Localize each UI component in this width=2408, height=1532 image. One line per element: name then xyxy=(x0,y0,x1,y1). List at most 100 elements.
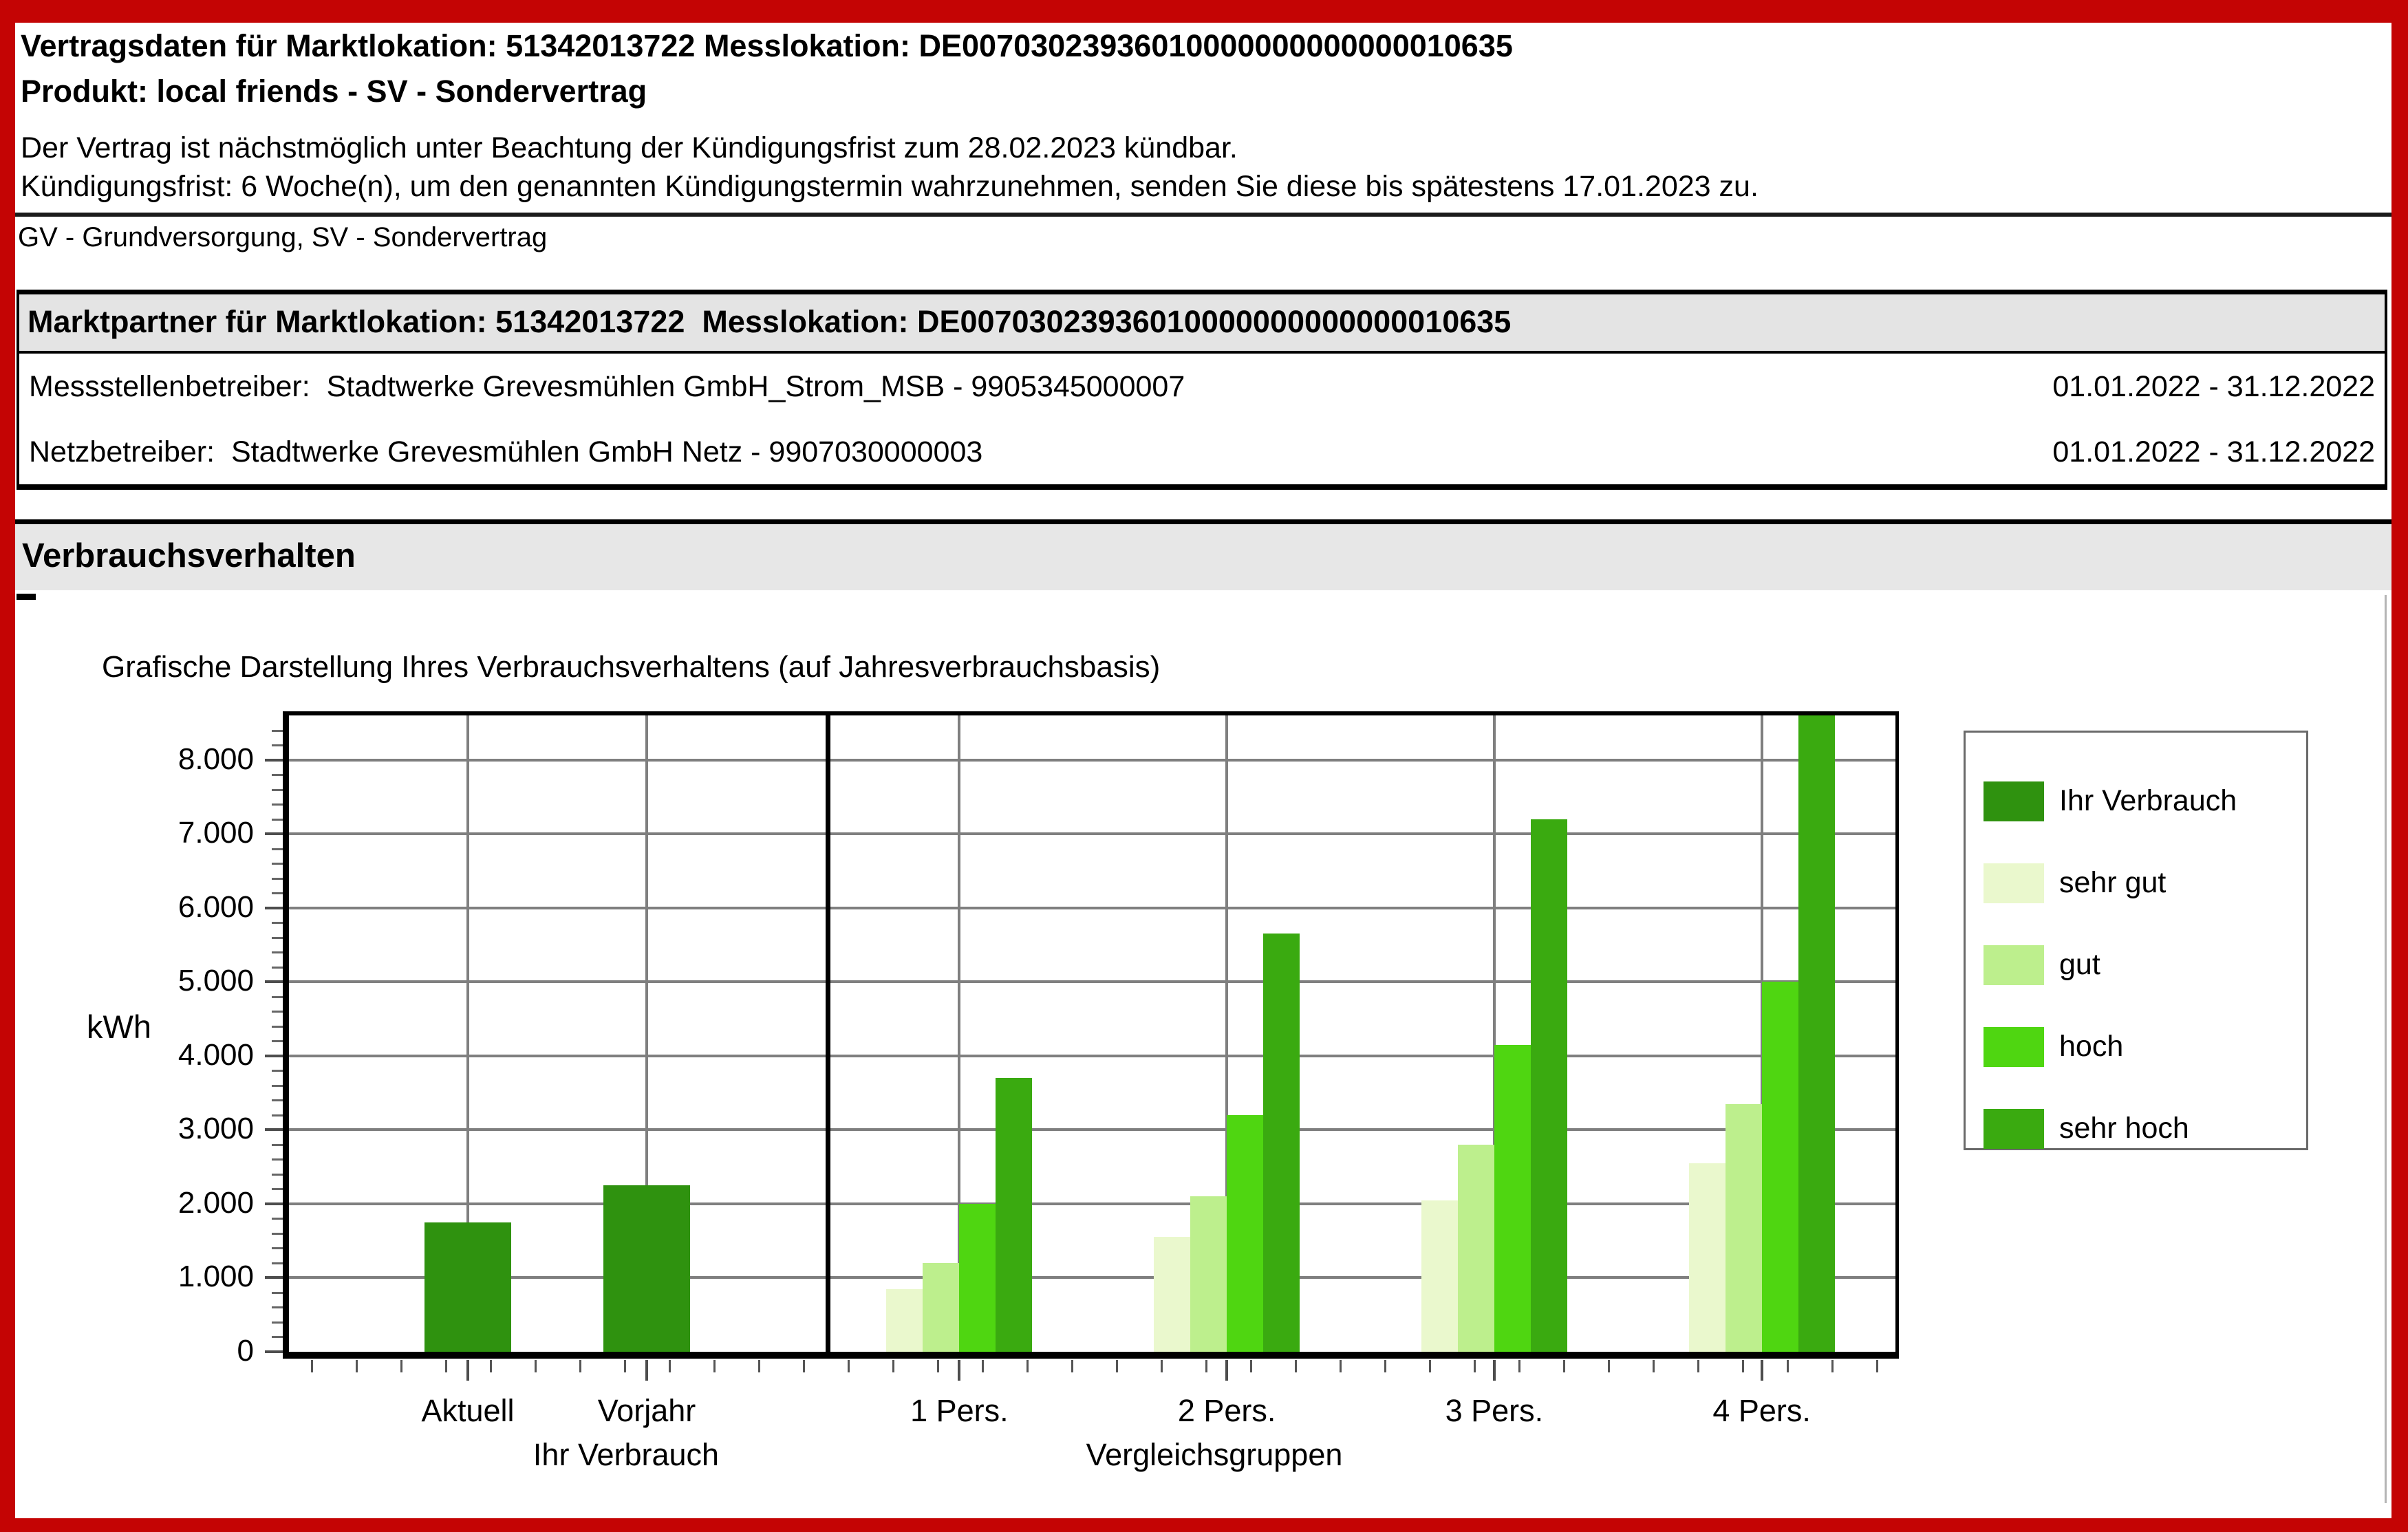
bar-3-pers-sehr-gut xyxy=(1421,1200,1458,1352)
y-minor-tick xyxy=(272,848,283,850)
panel-divider xyxy=(826,715,830,1352)
y-tick-label-6000: 6.000 xyxy=(103,890,254,925)
legend-swatch-gut xyxy=(1984,945,2044,985)
legend-item-sehr-hoch: sehr hoch xyxy=(1984,1088,2306,1169)
page-content: Vertragsdaten für Marktlokation: 5134201… xyxy=(15,23,2391,1518)
y-minor-tick xyxy=(272,937,283,939)
legend-label-sehr-gut: sehr gut xyxy=(2059,866,2166,900)
y-minor-tick xyxy=(272,1336,283,1338)
x-minor-tick xyxy=(982,1360,984,1372)
y-major-tick-4000 xyxy=(265,1055,283,1057)
y-minor-tick xyxy=(272,1218,283,1220)
x-minor-tick xyxy=(400,1360,402,1372)
x-minor-tick xyxy=(1250,1360,1252,1372)
y-tick-label-1000: 1.000 xyxy=(103,1260,254,1294)
x-minor-tick xyxy=(579,1360,581,1372)
x-minor-tick xyxy=(713,1360,716,1372)
plot-border-right xyxy=(1895,711,1899,1359)
y-tick-label-8000: 8.000 xyxy=(103,742,254,777)
legend-swatch-sehr-gut xyxy=(1984,863,2044,903)
x-category-label-vorjahr: Vorjahr xyxy=(523,1393,771,1429)
y-minor-tick xyxy=(272,1306,283,1308)
y-minor-tick xyxy=(272,1040,283,1042)
x-minor-tick xyxy=(803,1360,805,1372)
legend-swatch-hoch xyxy=(1984,1027,2044,1067)
legend-label-sehr-hoch: sehr hoch xyxy=(2059,1112,2189,1145)
x-group-caption-vergleichsgruppen: Vergleichsgruppen xyxy=(1008,1437,1421,1473)
y-minor-tick xyxy=(272,996,283,998)
legend-label-hoch: hoch xyxy=(2059,1030,2123,1064)
plot-area xyxy=(289,715,1895,1352)
x-minor-tick xyxy=(535,1360,537,1372)
x-minor-tick xyxy=(624,1360,626,1372)
y-minor-tick xyxy=(272,951,283,953)
bar-1-pers-gut xyxy=(923,1263,959,1352)
gridline-h-6000 xyxy=(289,907,1895,909)
y-tick-label-0: 0 xyxy=(103,1334,254,1368)
x-category-label-1-pers: 1 Pers. xyxy=(835,1393,1083,1429)
y-major-tick-0 xyxy=(265,1350,283,1353)
gridline-h-1000 xyxy=(289,1276,1895,1279)
bar-4-pers-hoch xyxy=(1762,982,1798,1352)
gridline-h-8000 xyxy=(289,759,1895,762)
y-minor-tick xyxy=(272,819,283,821)
bar-3-pers-hoch xyxy=(1494,1045,1531,1352)
x-minor-tick xyxy=(1340,1360,1342,1372)
y-minor-tick xyxy=(272,1262,283,1264)
y-major-tick-2000 xyxy=(265,1202,283,1205)
x-minor-tick xyxy=(758,1360,760,1372)
x-minor-tick xyxy=(669,1360,671,1372)
bar-4-pers-sehr-gut xyxy=(1689,1163,1726,1352)
x-minor-tick xyxy=(1205,1360,1207,1372)
x-minor-tick xyxy=(1384,1360,1386,1372)
x-minor-tick xyxy=(1071,1360,1073,1372)
y-minor-tick xyxy=(272,922,283,924)
x-minor-tick xyxy=(1787,1360,1789,1372)
gridline-h-2000 xyxy=(289,1202,1895,1205)
y-minor-tick xyxy=(272,1174,283,1176)
y-minor-tick xyxy=(272,1114,283,1116)
y-major-tick-7000 xyxy=(265,832,283,835)
x-minor-tick xyxy=(1742,1360,1744,1372)
bar-4-pers-sehr-hoch xyxy=(1798,715,1835,1352)
y-tick-label-3000: 3.000 xyxy=(103,1112,254,1146)
y-minor-tick xyxy=(272,744,283,746)
x-category-label-3-pers: 3 Pers. xyxy=(1370,1393,1618,1429)
bar-4-pers-gut xyxy=(1726,1104,1762,1352)
y-minor-tick xyxy=(272,1085,283,1087)
x-major-tick-aktuell xyxy=(466,1360,469,1381)
portal-page: { "page": { "border_color": "#c40404", "… xyxy=(0,0,2408,1532)
bar-2-pers-hoch xyxy=(1227,1115,1263,1352)
y-minor-tick xyxy=(272,878,283,880)
bar-2-pers-gut xyxy=(1190,1196,1227,1352)
x-minor-tick xyxy=(1831,1360,1834,1372)
x-minor-tick xyxy=(1608,1360,1610,1372)
legend-label-ihr-verbrauch: Ihr Verbrauch xyxy=(2059,784,2237,818)
y-axis-unit-label: kWh xyxy=(87,1008,151,1046)
y-minor-tick xyxy=(272,1026,283,1028)
x-minor-tick xyxy=(356,1360,358,1372)
bar-1-pers-sehr-hoch xyxy=(996,1078,1032,1352)
y-major-tick-6000 xyxy=(265,907,283,909)
plot-border-top xyxy=(283,711,1899,715)
y-minor-tick xyxy=(272,803,283,806)
x-minor-tick xyxy=(937,1360,939,1372)
bar-1-pers-hoch xyxy=(959,1204,996,1352)
y-minor-tick xyxy=(272,1099,283,1101)
bar-vorjahr-ihr-verbrauch xyxy=(603,1185,690,1352)
y-minor-tick xyxy=(272,1011,283,1013)
y-minor-tick xyxy=(272,1292,283,1294)
x-axis-line xyxy=(283,1352,1899,1359)
y-tick-label-5000: 5.000 xyxy=(103,964,254,998)
x-major-tick-4-pers xyxy=(1761,1360,1763,1381)
y-major-tick-1000 xyxy=(265,1276,283,1279)
x-minor-tick xyxy=(1295,1360,1297,1372)
x-major-tick-3-pers xyxy=(1493,1360,1496,1381)
gridline-h-4000 xyxy=(289,1055,1895,1057)
legend-item-gut: gut xyxy=(1984,924,2306,1006)
x-minor-tick xyxy=(1697,1360,1699,1372)
x-minor-tick xyxy=(1653,1360,1655,1372)
y-minor-tick xyxy=(272,1247,283,1249)
y-tick-label-7000: 7.000 xyxy=(103,816,254,850)
x-minor-tick xyxy=(490,1360,492,1372)
